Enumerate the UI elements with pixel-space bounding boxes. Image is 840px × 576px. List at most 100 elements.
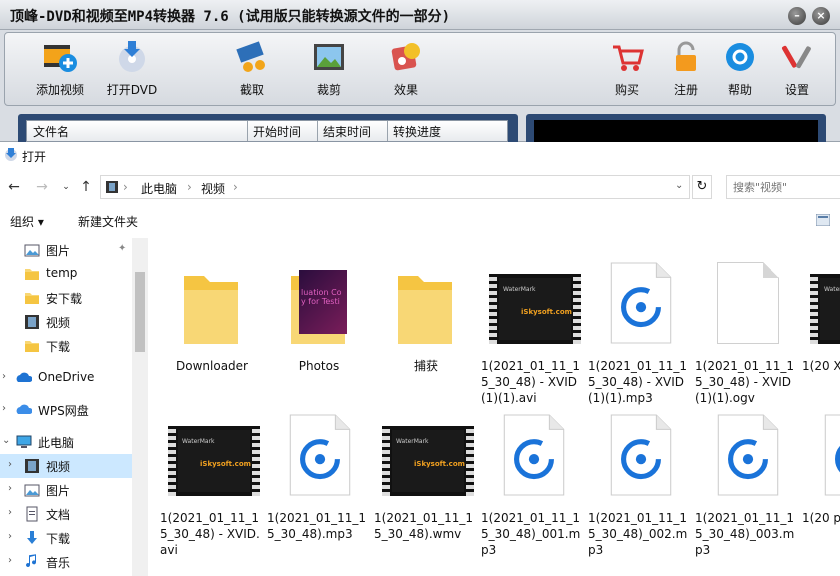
nav-item-label: 此电脑 <box>38 436 75 450</box>
breadcrumb-sep-icon: › <box>123 180 128 194</box>
back-icon[interactable]: ← <box>4 177 24 197</box>
nav-item-label: 安下载 <box>46 292 83 306</box>
computer-icon <box>16 435 32 448</box>
breadcrumb-sep-icon: › <box>187 180 192 194</box>
crop-button[interactable]: 裁剪 <box>294 39 364 103</box>
new-folder-button[interactable]: 新建文件夹 <box>78 213 138 230</box>
file-name: 1(20 XVI <box>802 359 840 373</box>
file-item[interactable]: WaterMark iSkysoft.com 1(2021_01_11_15_30_… <box>372 402 474 552</box>
documents-icon <box>26 506 38 522</box>
nav-item-12[interactable]: › 音乐 <box>0 550 132 574</box>
file-item[interactable]: 1(2021_01_11_15_30_48)_003.mp3 <box>693 402 794 557</box>
film-add-icon <box>44 45 77 72</box>
converter-window: 顶峰-DVD和视频至MP4转换器 7.6 (试用版只能转换源文件的一部分) – … <box>0 0 840 142</box>
settings-button[interactable]: 设置 <box>762 39 832 103</box>
file-item[interactable]: 1(20 p3 <box>800 402 840 552</box>
videos-icon <box>25 459 39 473</box>
capture-button[interactable]: 截取 <box>217 39 287 103</box>
watermark-text: WaterMark <box>503 286 536 293</box>
column-start-time[interactable]: 开始时间 <box>253 123 301 140</box>
recent-chevron-icon[interactable]: ⌄ <box>56 177 76 197</box>
collapse-chevron-icon[interactable]: › <box>2 371 6 382</box>
forward-icon[interactable]: → <box>32 177 52 197</box>
file-item[interactable]: 1(2021_01_11_15_30_48)_002.mp3 <box>586 402 687 557</box>
address-dropdown-icon[interactable]: ⌄ <box>675 180 683 191</box>
effect-button[interactable]: 效果 <box>371 39 441 103</box>
nav-item-7[interactable]: ⌄ 此电脑 <box>0 430 132 454</box>
videos-icon <box>25 315 39 329</box>
file-name: 1(2021_01_11_15_30_48).wmv <box>374 511 474 541</box>
thumb-logo: iSkysoft.com <box>521 308 572 316</box>
nav-item-5[interactable]: › OneDrive <box>0 366 132 390</box>
view-options-icon[interactable] <box>816 214 830 226</box>
nav-item-9[interactable]: › 图片 <box>0 478 132 502</box>
nav-item-2[interactable]: 安下载 <box>0 286 132 310</box>
breadcrumb-sep-icon: › <box>233 180 238 194</box>
video-thumbnail: WaterMarkiSkysoft.com <box>810 262 840 352</box>
refresh-icon[interactable]: ↻ <box>692 175 712 199</box>
expand-chevron-icon[interactable]: ⌄ <box>2 435 10 446</box>
nav-item-1[interactable]: temp <box>0 262 132 286</box>
audio-file-icon <box>596 414 684 504</box>
preview-screen <box>534 120 818 142</box>
folder-icon <box>168 262 256 352</box>
file-item[interactable]: WaterMarkiSkysoft.com 1(20 XVI <box>800 250 840 400</box>
nav-item-10[interactable]: › 文档 <box>0 502 132 526</box>
nav-scroll-thumb[interactable] <box>135 272 145 352</box>
file-item[interactable]: luation Co y for Testi Photos <box>265 250 365 400</box>
collapse-chevron-icon[interactable]: › <box>2 403 6 414</box>
file-item[interactable]: Downloader <box>158 250 258 400</box>
pin-icon: ✦ <box>118 243 127 254</box>
file-item[interactable]: 1(2021_01_11_15_30_48).mp3 <box>265 402 366 552</box>
nav-scrollbar[interactable] <box>132 238 148 576</box>
collapse-chevron-icon[interactable]: › <box>8 531 12 542</box>
nav-item-3[interactable]: 视频 <box>0 310 132 334</box>
nav-item-label: OneDrive <box>38 370 95 384</box>
column-progress[interactable]: 转换进度 <box>393 123 441 140</box>
nav-item-0[interactable]: 图片 ✦ <box>0 238 132 262</box>
blank-file-icon <box>703 262 791 352</box>
dvd-icon <box>119 41 145 72</box>
collapse-chevron-icon[interactable]: › <box>8 555 12 566</box>
file-item[interactable]: 1(2021_01_11_15_30_48)_001.mp3 <box>479 402 580 557</box>
close-icon[interactable]: × <box>812 7 830 25</box>
column-filename[interactable]: 文件名 <box>33 123 69 140</box>
collapse-chevron-icon[interactable]: › <box>8 507 12 518</box>
nav-item-11[interactable]: › 下载 <box>0 526 132 550</box>
file-item[interactable]: WaterMark iSkysoft.com 1(2021_01_11_15_30_… <box>158 402 260 557</box>
video-thumbnail: WaterMark iSkysoft.com <box>489 262 581 352</box>
nav-item-6[interactable]: › WPS网盘 <box>0 398 132 422</box>
address-bar[interactable]: › 此电脑 › 视频 › ⌄ <box>100 175 690 199</box>
file-name: 1(2021_01_11_15_30_48) - XVID(1)(1).ogv <box>695 359 795 405</box>
cart-icon <box>613 45 644 71</box>
folder-icon <box>25 293 39 304</box>
search-input[interactable] <box>726 175 840 199</box>
audio-file-icon <box>275 414 363 504</box>
breadcrumb-videos[interactable]: 视频 <box>201 180 225 197</box>
nav-item-label: 视频 <box>46 316 71 330</box>
minimize-icon[interactable]: – <box>788 7 806 25</box>
column-end-time[interactable]: 结束时间 <box>323 123 371 140</box>
file-name: 捕获 <box>413 359 438 373</box>
app-titlebar: 顶峰-DVD和视频至MP4转换器 7.6 (试用版只能转换源文件的一部分) – … <box>0 0 840 30</box>
wps-cloud-icon <box>16 404 32 414</box>
open-dvd-button[interactable]: 打开DVD <box>97 39 167 103</box>
add-video-button[interactable]: 添加视频 <box>25 39 95 103</box>
nav-item-8[interactable]: › 视频 <box>0 454 132 478</box>
watermark-text: WaterMark <box>824 286 840 293</box>
app-title: 顶峰-DVD和视频至MP4转换器 7.6 (试用版只能转换源文件的一部分) <box>10 9 451 25</box>
collapse-chevron-icon[interactable]: › <box>8 483 12 494</box>
file-list-header: 文件名 开始时间 结束时间 转换进度 <box>26 120 508 142</box>
folder-icon <box>25 269 39 280</box>
file-item[interactable]: WaterMark iSkysoft.com 1(2021_01_11_15_30_… <box>479 250 581 405</box>
file-item[interactable]: 1(2021_01_11_15_30_48) - XVID(1)(1).ogv <box>693 250 794 405</box>
file-item[interactable]: 捕获 <box>372 250 472 400</box>
organize-button[interactable]: 组织 ▾ <box>10 213 44 230</box>
collapse-chevron-icon[interactable]: › <box>8 459 12 470</box>
file-item[interactable]: 1(2021_01_11_15_30_48) - XVID(1)(1).mp3 <box>586 250 687 405</box>
up-icon[interactable]: ↑ <box>76 177 96 197</box>
nav-item-label: 音乐 <box>46 556 71 570</box>
breadcrumb-this-pc[interactable]: 此电脑 <box>141 180 177 197</box>
file-view: Downloader luation Co y for Testi Photos 捕获… <box>148 238 840 576</box>
nav-item-4[interactable]: 下载 <box>0 334 132 358</box>
